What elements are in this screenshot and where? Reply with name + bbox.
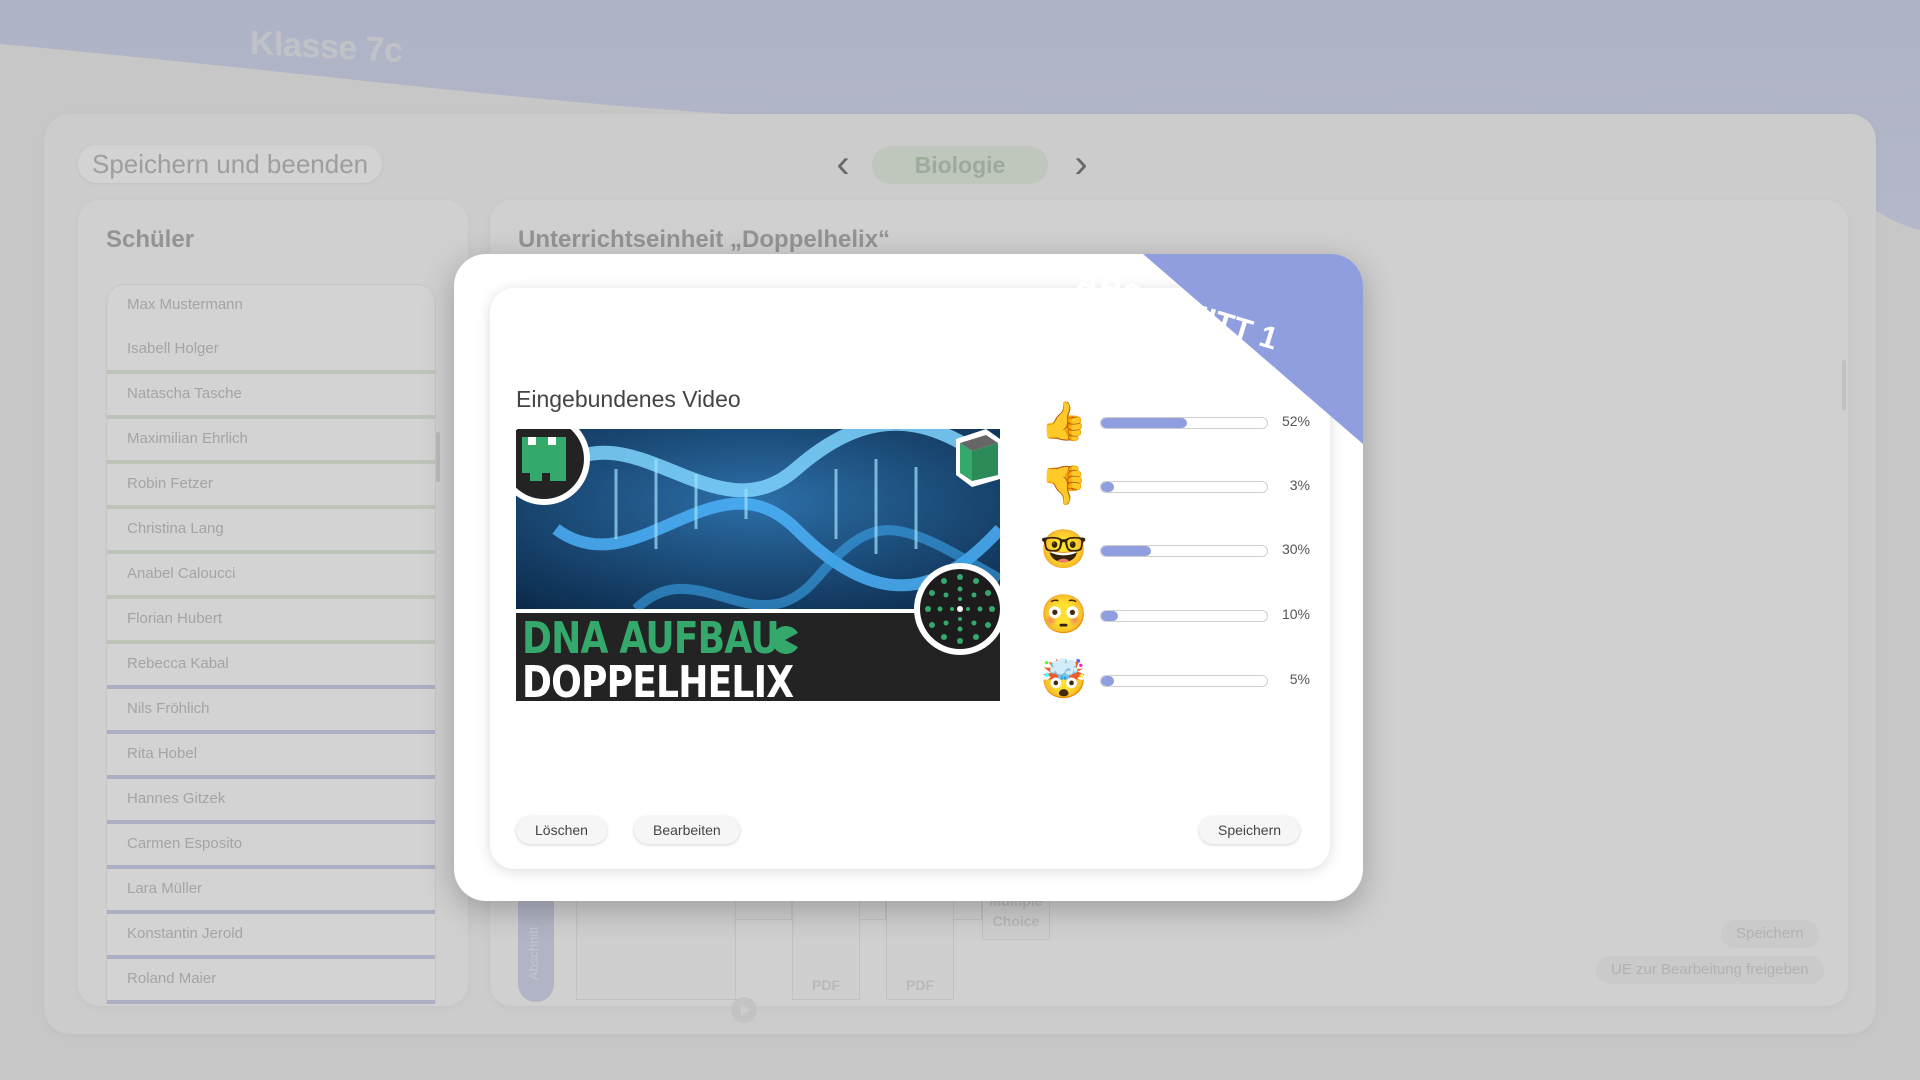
edit-button[interactable]: Bearbeiten — [634, 816, 740, 844]
video-label: Eingebundenes Video — [516, 386, 741, 412]
rating-row[interactable]: 🤯 5% — [1040, 658, 1310, 702]
rating-bar-track — [1100, 481, 1268, 493]
rating-row[interactable]: 🤓 30% — [1040, 528, 1310, 572]
rating-bar-fill — [1101, 546, 1151, 556]
rating-row[interactable]: 👎 3% — [1040, 464, 1310, 508]
thumbs-down-icon[interactable]: 👎 — [1040, 464, 1087, 508]
pacman-icon — [771, 626, 798, 654]
rating-bar-track — [1100, 610, 1268, 622]
rating-bar-fill — [1101, 611, 1118, 621]
material-modal: Eingebundenes Video DNA AUFBAU DOPPELHEL… — [454, 254, 1363, 901]
rating-percent: 3% — [1289, 477, 1310, 493]
nerd-face-icon[interactable]: 🤓 — [1040, 528, 1087, 572]
cross-section-icon — [914, 563, 1000, 655]
exploding-head-icon[interactable]: 🤯 — [1040, 658, 1087, 702]
video-thumbnail[interactable]: DNA AUFBAU DOPPELHELIX — [516, 429, 1000, 701]
save-button[interactable]: Speichern — [1199, 816, 1301, 844]
rating-bar-fill — [1101, 676, 1115, 686]
rating-row[interactable]: 😳 10% — [1040, 593, 1310, 637]
rating-bar-fill — [1101, 482, 1115, 492]
delete-button[interactable]: Löschen — [516, 816, 607, 844]
thumbnail-title-line2: DOPPELHELIX — [522, 657, 794, 701]
rating-bar-track — [1100, 545, 1268, 557]
rating-percent: 30% — [1281, 541, 1310, 557]
rating-percent: 10% — [1281, 606, 1310, 622]
flushed-face-icon[interactable]: 😳 — [1040, 593, 1087, 637]
rating-percent: 5% — [1289, 671, 1310, 687]
rating-bar-track — [1100, 675, 1268, 687]
